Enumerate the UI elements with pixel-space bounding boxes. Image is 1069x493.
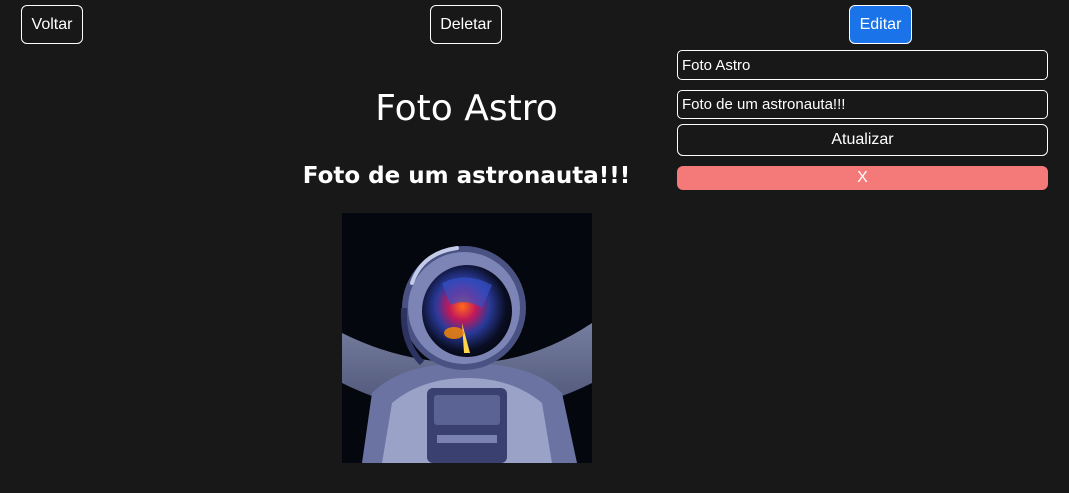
- update-button[interactable]: Atualizar: [677, 124, 1048, 156]
- edit-button[interactable]: Editar: [849, 5, 912, 44]
- post-detail-page: Voltar Deletar Editar Foto Astro Foto de…: [0, 0, 1069, 493]
- astronaut-photo: [342, 213, 592, 463]
- delete-button[interactable]: Deletar: [430, 5, 502, 44]
- close-edit-button[interactable]: X: [677, 166, 1048, 190]
- astronaut-illustration: [342, 213, 592, 463]
- back-button[interactable]: Voltar: [21, 5, 83, 44]
- title-input[interactable]: [677, 50, 1048, 80]
- description-input[interactable]: [677, 90, 1048, 119]
